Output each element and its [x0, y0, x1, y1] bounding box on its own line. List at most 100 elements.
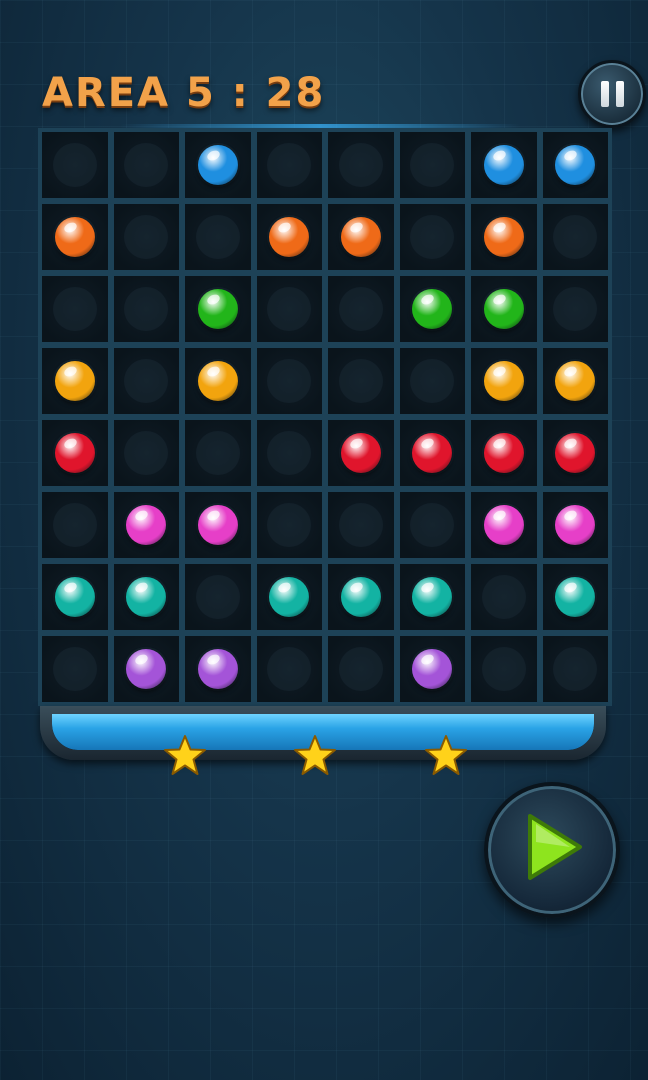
board-cell[interactable] [256, 420, 322, 486]
board-cell[interactable] [471, 420, 537, 486]
ball[interactable] [269, 577, 310, 617]
ball[interactable] [483, 217, 524, 257]
board-cell[interactable] [471, 492, 537, 558]
board-cell[interactable] [471, 636, 537, 702]
ball[interactable] [126, 505, 167, 545]
ball[interactable] [340, 217, 381, 257]
board-cell[interactable] [542, 636, 608, 702]
pause-button[interactable] [578, 60, 646, 128]
board-cell[interactable] [185, 420, 251, 486]
board-cell[interactable] [542, 276, 608, 342]
board-cell[interactable] [256, 564, 322, 630]
level-title: AREA 5 : 28 [42, 70, 326, 116]
board-cell[interactable] [328, 276, 394, 342]
board-cell[interactable] [185, 276, 251, 342]
board-cell[interactable] [471, 276, 537, 342]
board-cell[interactable] [113, 132, 179, 198]
board-cell[interactable] [399, 276, 465, 342]
ball[interactable] [197, 289, 238, 329]
ball[interactable] [555, 433, 596, 473]
board-cell[interactable] [256, 204, 322, 270]
board-cell[interactable] [185, 492, 251, 558]
board-cell[interactable] [471, 132, 537, 198]
board-cell[interactable] [113, 348, 179, 414]
ball[interactable] [412, 433, 453, 473]
ball[interactable] [555, 505, 596, 545]
board-cell[interactable] [399, 348, 465, 414]
board-cell[interactable] [471, 204, 537, 270]
ball[interactable] [555, 145, 596, 185]
board-cell[interactable] [399, 132, 465, 198]
board-cell[interactable] [42, 420, 108, 486]
board-cell[interactable] [42, 636, 108, 702]
ball[interactable] [197, 361, 238, 401]
board-cell[interactable] [42, 348, 108, 414]
ball[interactable] [340, 433, 381, 473]
board-cell[interactable] [328, 132, 394, 198]
board-cell[interactable] [399, 492, 465, 558]
board-cell[interactable] [542, 564, 608, 630]
ball[interactable] [340, 577, 381, 617]
ball[interactable] [483, 145, 524, 185]
board-cell[interactable] [542, 420, 608, 486]
board-cell[interactable] [328, 348, 394, 414]
ball[interactable] [54, 361, 95, 401]
board-cell[interactable] [542, 204, 608, 270]
ball[interactable] [483, 361, 524, 401]
ball[interactable] [197, 145, 238, 185]
board-cell[interactable] [328, 636, 394, 702]
ball[interactable] [555, 577, 596, 617]
ball[interactable] [555, 361, 596, 401]
board-cell[interactable] [256, 492, 322, 558]
ball[interactable] [126, 577, 167, 617]
board-cell[interactable] [256, 636, 322, 702]
board-cell[interactable] [113, 636, 179, 702]
board-cell[interactable] [399, 420, 465, 486]
ball[interactable] [126, 649, 167, 689]
board-cell[interactable] [113, 276, 179, 342]
board-cell[interactable] [185, 636, 251, 702]
board-cell[interactable] [542, 348, 608, 414]
board-cell[interactable] [399, 564, 465, 630]
board-cell[interactable] [399, 204, 465, 270]
board-cell[interactable] [471, 348, 537, 414]
ball[interactable] [412, 577, 453, 617]
ball[interactable] [197, 649, 238, 689]
ball[interactable] [54, 217, 95, 257]
board-cell[interactable] [471, 564, 537, 630]
ball[interactable] [54, 577, 95, 617]
board-cell[interactable] [256, 348, 322, 414]
board-cell[interactable] [542, 492, 608, 558]
board-cell[interactable] [42, 564, 108, 630]
board-cell[interactable] [256, 276, 322, 342]
board-cell[interactable] [42, 492, 108, 558]
ball[interactable] [269, 217, 310, 257]
board-cell[interactable] [399, 636, 465, 702]
board-cell[interactable] [185, 204, 251, 270]
board-cell[interactable] [328, 564, 394, 630]
board-cell[interactable] [328, 204, 394, 270]
ball[interactable] [483, 505, 524, 545]
board-cell[interactable] [42, 276, 108, 342]
play-icon [528, 814, 582, 880]
ball[interactable] [412, 649, 453, 689]
board-cell[interactable] [542, 132, 608, 198]
ball[interactable] [197, 505, 238, 545]
board-cell[interactable] [185, 564, 251, 630]
board-cell[interactable] [328, 492, 394, 558]
board-cell[interactable] [328, 420, 394, 486]
board-cell[interactable] [113, 492, 179, 558]
board-cell[interactable] [256, 132, 322, 198]
board-cell[interactable] [113, 420, 179, 486]
board-cell[interactable] [42, 132, 108, 198]
ball[interactable] [483, 289, 524, 329]
board-cell[interactable] [113, 204, 179, 270]
board-cell[interactable] [113, 564, 179, 630]
ball[interactable] [54, 433, 95, 473]
ball[interactable] [483, 433, 524, 473]
ball[interactable] [412, 289, 453, 329]
board-cell[interactable] [185, 132, 251, 198]
board-cell[interactable] [185, 348, 251, 414]
board-cell[interactable] [42, 204, 108, 270]
play-button[interactable] [484, 782, 620, 918]
